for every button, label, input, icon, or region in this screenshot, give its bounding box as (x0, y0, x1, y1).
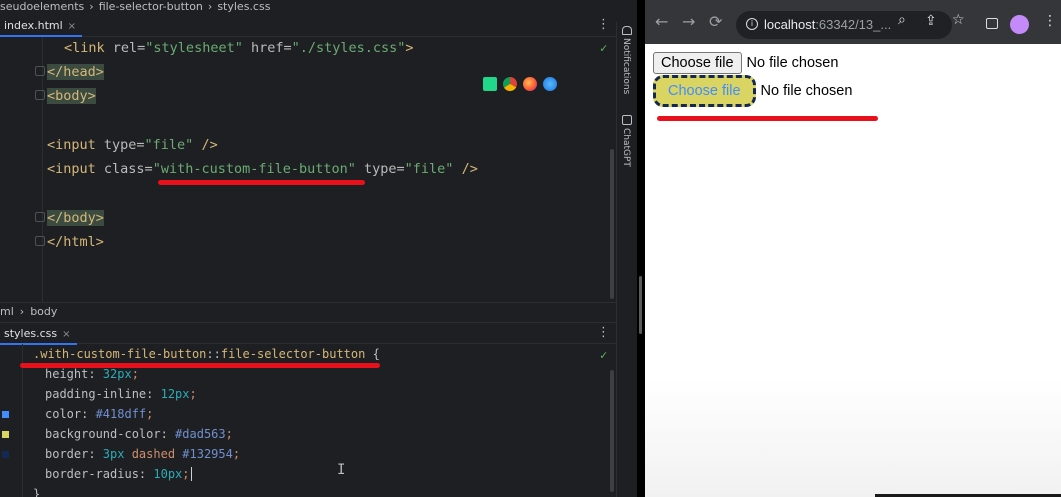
fold-marker[interactable] (35, 66, 45, 76)
splitter-handle[interactable] (639, 276, 642, 334)
annotation-underline (657, 116, 878, 121)
css-editor[interactable]: ✓ .with-custom-file-button::file-selecto… (0, 344, 616, 497)
side-panel-icon[interactable] (986, 18, 998, 29)
tab-label: index.html (4, 19, 63, 32)
color-swatch[interactable] (2, 431, 9, 438)
notifications-tool-label[interactable]: Notifications (621, 38, 631, 94)
color-swatch[interactable] (2, 411, 9, 418)
css-decl-height: height: 32px; (45, 367, 139, 381)
tab-label: styles.css (4, 327, 58, 340)
css-decl-color: color: #418dff; (45, 407, 154, 421)
open-in-browser-icons (483, 77, 557, 91)
address-bar[interactable]: i localhost:63342/13_... (736, 11, 952, 39)
intellij-browser-icon[interactable] (483, 77, 497, 91)
url-text: localhost:63342/13_... (764, 17, 892, 32)
browser-toolbar: ← → ⟳ i localhost:63342/13_... ⌕ ⇪ ☆ ⋮ (645, 0, 1061, 44)
mouse-cursor-icon: I (337, 462, 346, 478)
css-brace-close: } (33, 487, 41, 497)
code-line-body-close: </body> (47, 210, 104, 226)
breadcrumb-html[interactable]: ml (0, 305, 14, 318)
css-decl-border-radius: border-radius: 10px; (45, 467, 192, 481)
css-decl-padding-inline: padding-inline: 12px; (45, 387, 197, 401)
html-editor[interactable]: ✓ <link rel="stylesheet" href="./styles.… (0, 37, 616, 302)
close-icon[interactable]: × (62, 329, 70, 340)
editor-scrollbar[interactable] (610, 370, 614, 492)
file-input-default: Choose file No file chosen (653, 52, 838, 74)
breadcrumb-file[interactable]: styles.css (217, 0, 270, 13)
file-status-text: No file chosen (746, 55, 839, 71)
more-options-icon[interactable]: ⋮ (597, 18, 610, 32)
fold-marker[interactable] (35, 236, 45, 246)
breadcrumb-body[interactable]: body (30, 305, 57, 318)
more-options-icon[interactable]: ⋮ (597, 326, 610, 340)
forward-icon[interactable]: → (682, 13, 695, 31)
html-tabbar: index.html × ⋮ (0, 15, 616, 37)
ide-window: seudoelements › file-selector-button › style… (0, 0, 637, 497)
zoom-icon[interactable]: ⌕ (898, 12, 906, 28)
profile-avatar[interactable] (1010, 15, 1029, 34)
file-status-text: No file chosen (760, 83, 853, 99)
breadcrumb-sep: › (207, 0, 213, 13)
annotation-underline (158, 180, 365, 185)
custom-choose-file-button[interactable]: Choose file (653, 75, 756, 107)
fold-marker[interactable] (35, 212, 45, 222)
file-input-custom: Choose file No file chosen (653, 75, 852, 107)
css-selector-line: .with-custom-file-button::file-selector-… (33, 347, 380, 361)
code-line-input-1: <input type="file" /> (47, 137, 218, 153)
chatgpt-tool-label[interactable]: ChatGPT (621, 128, 631, 167)
code-line-link: <link rel="stylesheet" href="./styles.cs… (64, 40, 414, 56)
css-decl-border: border: 3px dashed #132954; (45, 447, 241, 461)
color-swatch[interactable] (2, 451, 9, 458)
back-icon[interactable]: ← (655, 13, 668, 31)
code-line-body-open: <body> (47, 88, 96, 104)
tab-index-html[interactable]: index.html × (0, 15, 83, 37)
share-icon[interactable]: ⇪ (925, 13, 937, 29)
fold-marker[interactable] (35, 90, 45, 100)
site-info-icon[interactable]: i (746, 18, 758, 30)
inspection-ok-icon: ✓ (600, 348, 608, 362)
breadcrumb-top: seudoelements › file-selector-button › style… (0, 0, 637, 14)
text-caret (190, 467, 192, 481)
breadcrumb-project[interactable]: seudoelements (0, 0, 84, 13)
browser-window: ← → ⟳ i localhost:63342/13_... ⌕ ⇪ ☆ ⋮ C… (645, 0, 1061, 497)
tab-styles-css[interactable]: styles.css × (0, 323, 77, 345)
gutter-divider (42, 37, 43, 302)
code-line-html-close: </html> (47, 234, 104, 250)
browser-menu-icon[interactable]: ⋮ (1043, 13, 1057, 29)
safari-icon[interactable] (543, 77, 557, 91)
code-line-head-close: </head> (47, 64, 104, 80)
css-tabbar: styles.css × ⋮ (0, 322, 616, 345)
choose-file-button[interactable]: Choose file (653, 52, 742, 74)
bell-icon[interactable] (622, 26, 632, 35)
firefox-icon[interactable] (523, 77, 537, 91)
chatgpt-icon[interactable] (622, 115, 632, 125)
code-line-input-2: <input class="with-custom-file-button" t… (47, 161, 478, 177)
page-viewport: Choose file No file chosen Choose file N… (645, 44, 1061, 497)
breadcrumb-folder[interactable]: file-selector-button (99, 0, 203, 13)
breadcrumb-structure: ml › body (0, 302, 616, 320)
close-icon[interactable]: × (68, 21, 76, 32)
editor-scrollbar[interactable] (610, 149, 614, 299)
bookmark-star-icon[interactable]: ☆ (952, 12, 965, 28)
window-divider (637, 0, 645, 497)
breadcrumb-sep: › (19, 305, 25, 318)
chrome-icon[interactable] (503, 77, 517, 91)
breadcrumb-sep: › (89, 0, 94, 13)
reload-icon[interactable]: ⟳ (709, 13, 722, 31)
tool-window-strip: Notifications ChatGPT (616, 22, 637, 497)
inspection-ok-icon: ✓ (600, 41, 608, 55)
page-background (645, 377, 1061, 497)
css-decl-background-color: background-color: #dad563; (45, 427, 233, 441)
